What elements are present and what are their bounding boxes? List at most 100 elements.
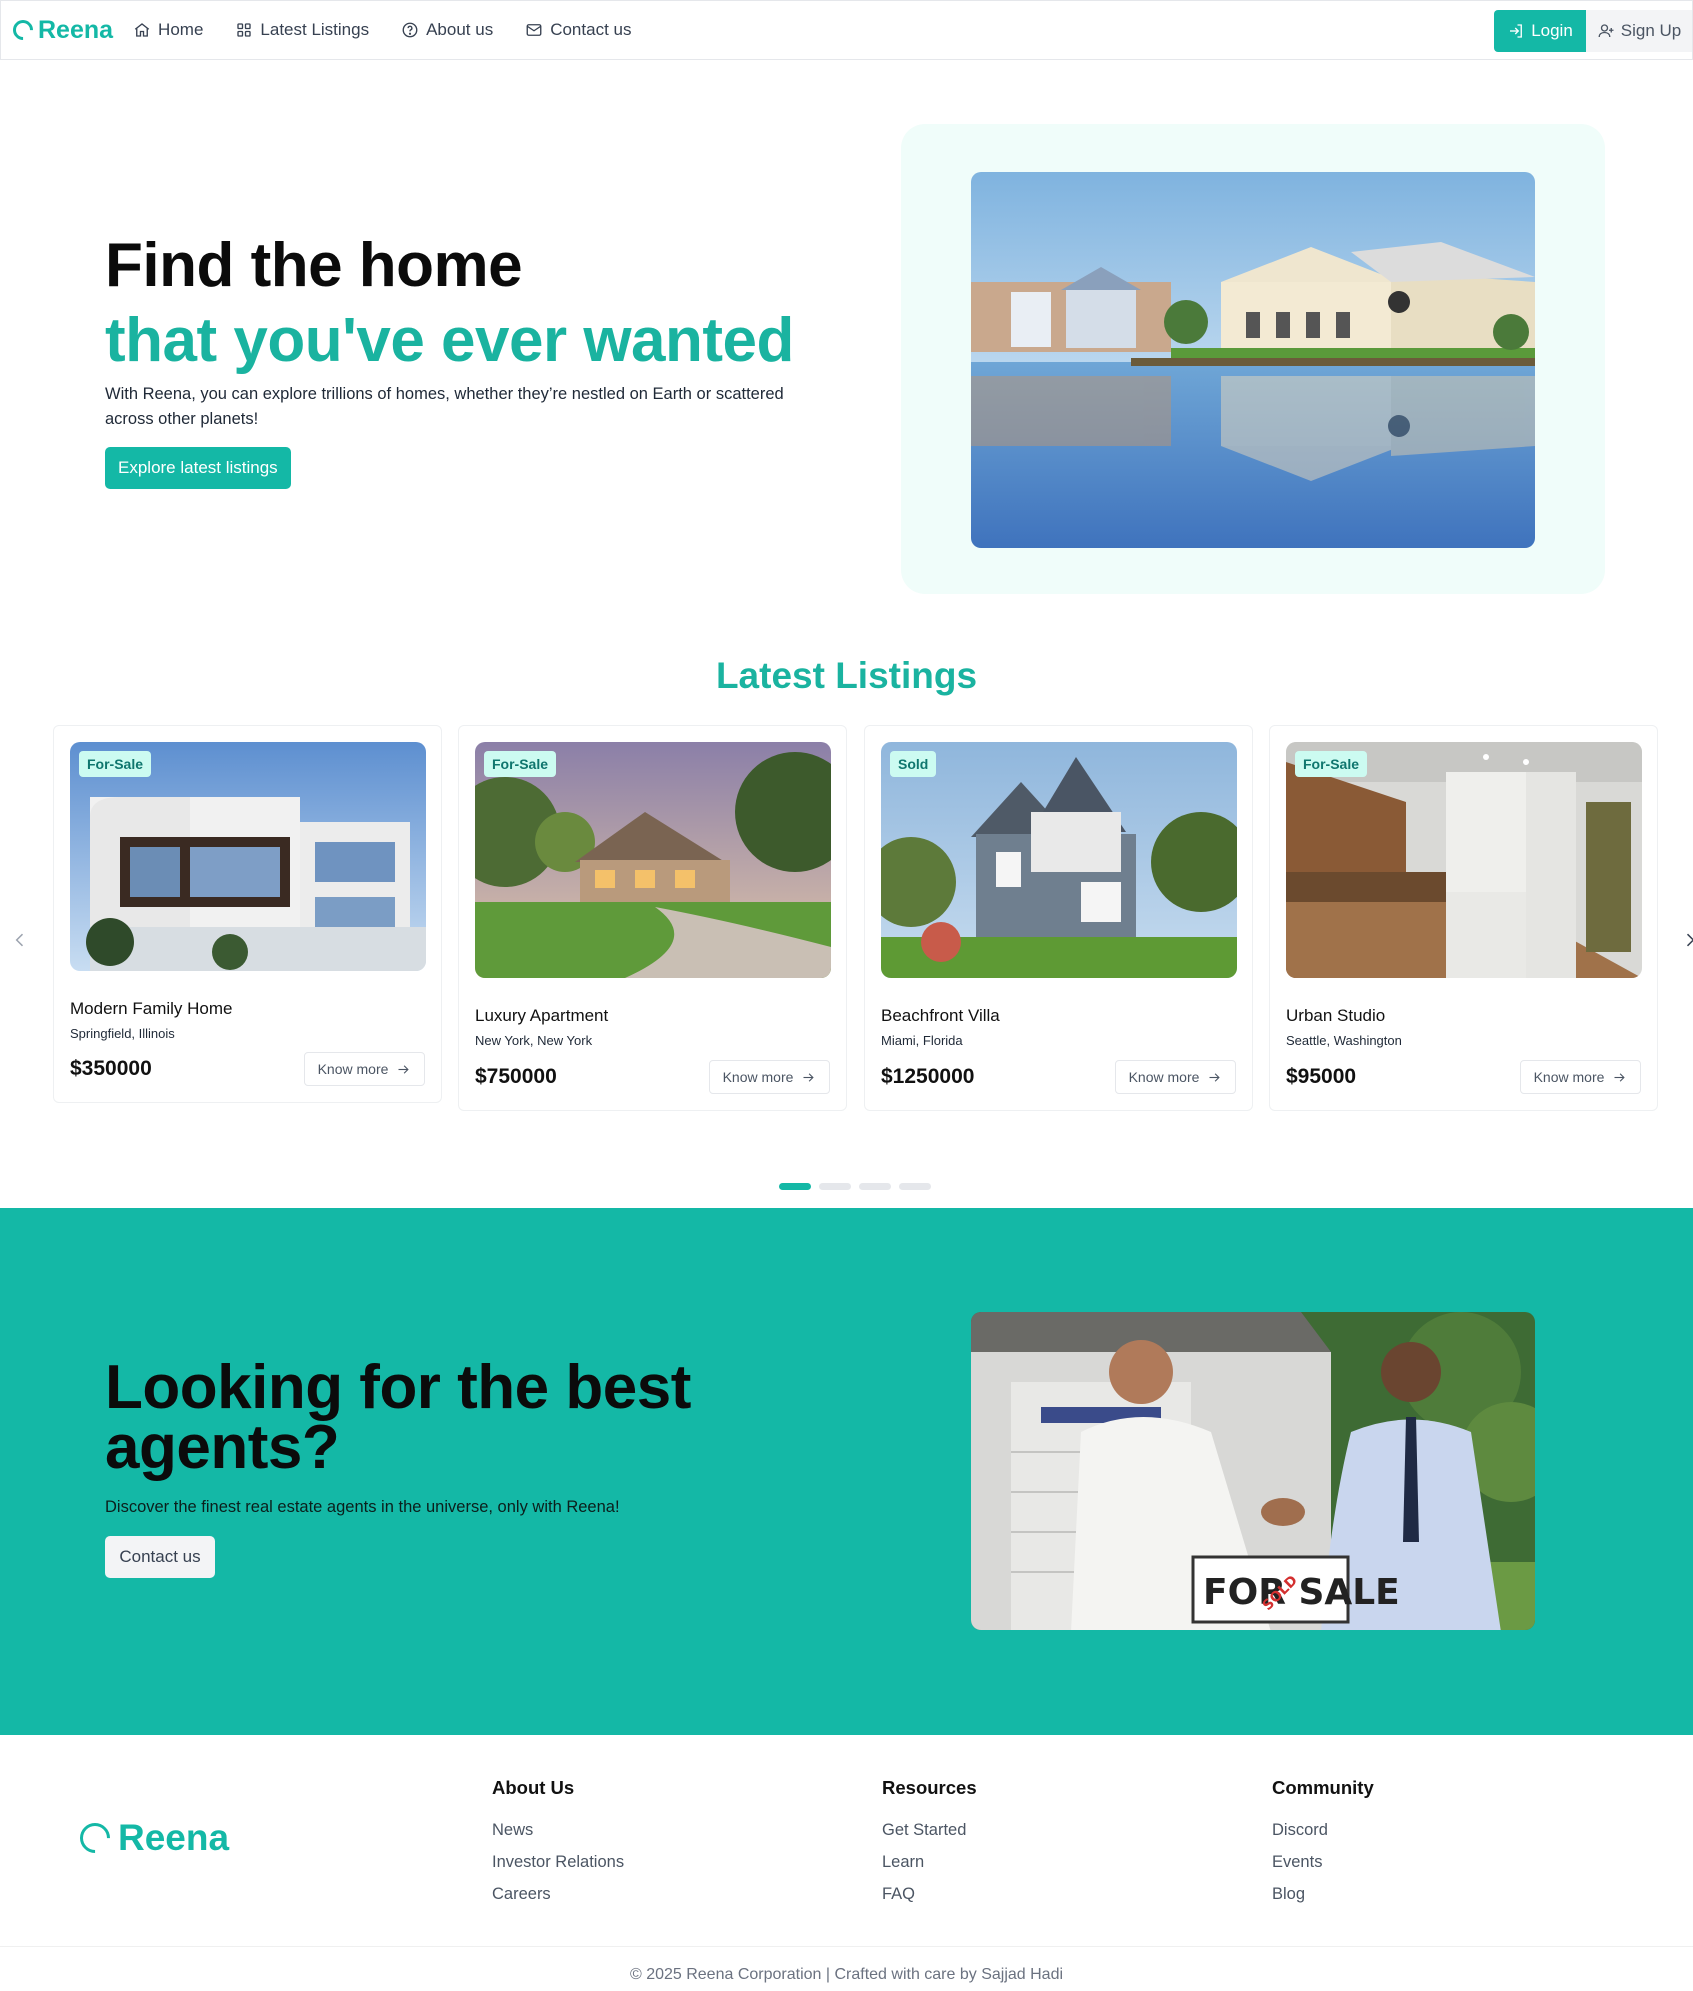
status-badge: For-Sale (484, 751, 557, 777)
listing-title: Modern Family Home (70, 999, 233, 1018)
login-label: Login (1531, 21, 1573, 40)
signup-label: Sign Up (1620, 21, 1682, 40)
listing-card[interactable]: For-Sale Modern Family Home Springfield,… (53, 725, 442, 1103)
know-more-button[interactable]: Know more (1520, 1060, 1641, 1094)
know-more-button[interactable]: Know more (304, 1052, 425, 1086)
contact-us-button[interactable]: Contact us (105, 1536, 215, 1578)
explore-listings-button[interactable]: Explore latest listings (105, 447, 291, 489)
footer-link-faq[interactable]: FAQ (882, 1885, 977, 1904)
grid-icon (237, 23, 252, 37)
footer-column-about-us: About Us News Investor Relations Careers (492, 1777, 624, 1917)
footer-link-discord[interactable]: Discord (1272, 1821, 1374, 1840)
footer-column-resources: Resources Get Started Learn FAQ (882, 1777, 977, 1917)
nav-link-label: About us (426, 20, 494, 39)
agents-description: Discover the finest real estate agents i… (105, 1498, 620, 1516)
hero-title-line1: Find the home (105, 231, 523, 300)
agents-title: Looking for the best agents? (105, 1353, 691, 1482)
hero-house-image (971, 172, 1535, 548)
listing-image: Sold (881, 742, 1237, 978)
nav-link-label: Contact us (550, 20, 632, 39)
footer-link-events[interactable]: Events (1272, 1853, 1374, 1872)
listing-location: Seattle, Washington (1286, 1033, 1402, 1048)
listing-location: Springfield, Illinois (70, 1026, 175, 1041)
navbar: Reena Home Latest Listings About us Cont… (0, 0, 1693, 60)
footer-link-learn[interactable]: Learn (882, 1853, 977, 1872)
carousel-next-button[interactable] (1680, 930, 1693, 950)
for-sale-sign-text: FOR SALE (1203, 1572, 1400, 1613)
carousel-prev-button[interactable] (10, 930, 30, 950)
listing-title: Urban Studio (1286, 1006, 1386, 1025)
listing-image: For-Sale (475, 742, 831, 978)
listing-card[interactable]: Sold Beachfront Villa Miami, Florida $12… (864, 725, 1253, 1111)
footer-column-title: Community (1272, 1777, 1374, 1798)
know-more-label: Know more (1128, 1069, 1200, 1085)
listing-title: Beachfront Villa (881, 1006, 1000, 1025)
arrow-right-icon (1209, 1072, 1221, 1082)
home-icon (134, 23, 150, 37)
listing-price: $95000 (1286, 1065, 1357, 1088)
auth-buttons: Login Sign Up (1494, 10, 1692, 52)
arrow-right-icon (398, 1064, 410, 1074)
login-icon (1510, 24, 1523, 38)
status-badge: For-Sale (79, 751, 152, 777)
listing-card[interactable]: For-Sale Urban Studio Seattle, Washingto… (1269, 725, 1658, 1111)
nav-link-label: Home (158, 20, 204, 39)
know-more-label: Know more (722, 1069, 794, 1085)
pagination-dot-4[interactable] (899, 1183, 931, 1190)
pagination-dot-1[interactable] (779, 1183, 811, 1190)
chevron-left-icon (15, 933, 24, 947)
footer-brand-logo[interactable]: Reena (73, 1816, 229, 1860)
brand-logo[interactable]: Reena (8, 15, 114, 45)
agents-handshake-image: FOR SALE SOLD (971, 1312, 1535, 1630)
footer-divider (0, 1946, 1693, 1947)
listing-location: Miami, Florida (881, 1033, 963, 1048)
latest-listings-title: Latest Listings (715, 655, 978, 696)
footer-link-blog[interactable]: Blog (1272, 1885, 1374, 1904)
hero-text: Find the home that you've ever wanted Wi… (105, 228, 825, 489)
nav-link-latest-listings[interactable]: Latest Listings (235, 20, 369, 40)
user-plus-icon (1598, 24, 1614, 38)
listing-card[interactable]: For-Sale Luxury Apartment New York, New … (458, 725, 847, 1111)
footer-link-investor-relations[interactable]: Investor Relations (492, 1853, 624, 1872)
listing-title: Luxury Apartment (475, 1006, 609, 1025)
footer-column-community: Community Discord Events Blog (1272, 1777, 1374, 1917)
carousel-pagination (779, 1183, 931, 1190)
listing-price: $350000 (70, 1057, 152, 1080)
hero-title-line2: that you've ever wanted (105, 306, 794, 375)
listing-image: For-Sale (70, 742, 426, 971)
help-circle-icon (402, 22, 418, 38)
agents-section: Looking for the best agents? Discover th… (0, 1208, 1693, 1735)
hero-description: With Reena, you can explore trillions of… (105, 385, 784, 428)
listing-price: $1250000 (881, 1065, 975, 1088)
footer-link-news[interactable]: News (492, 1821, 624, 1840)
know-more-button[interactable]: Know more (1115, 1060, 1236, 1094)
mail-icon (526, 24, 542, 36)
pagination-dot-2[interactable] (819, 1183, 851, 1190)
listing-location: New York, New York (475, 1033, 593, 1048)
listing-price: $750000 (475, 1065, 557, 1088)
pagination-dot-3[interactable] (859, 1183, 891, 1190)
know-more-label: Know more (317, 1061, 389, 1077)
nav-link-label: Latest Listings (260, 20, 370, 39)
copyright-text: © 2025 Reena Corporation | Crafted with … (629, 1966, 1064, 1983)
logo-ring-icon (73, 1816, 117, 1860)
arrow-right-icon (1614, 1072, 1626, 1082)
brand-name: Reena (38, 15, 114, 44)
nav-link-contact-us[interactable]: Contact us (525, 20, 631, 40)
footer-column-title: About Us (492, 1777, 575, 1798)
know-more-label: Know more (1533, 1069, 1605, 1085)
nav-link-about-us[interactable]: About us (401, 20, 493, 40)
logo-ring-icon (8, 15, 38, 45)
arrow-right-icon (803, 1072, 815, 1082)
status-badge: Sold (890, 751, 937, 777)
chevron-right-icon (1686, 933, 1693, 947)
nav-link-home[interactable]: Home (133, 20, 203, 40)
listing-image: For-Sale (1286, 742, 1642, 978)
login-button[interactable]: Login (1494, 10, 1586, 52)
footer-link-get-started[interactable]: Get Started (882, 1821, 977, 1840)
know-more-button[interactable]: Know more (709, 1060, 830, 1094)
signup-button[interactable]: Sign Up (1586, 10, 1692, 52)
footer-column-title: Resources (882, 1777, 977, 1798)
status-badge: For-Sale (1295, 751, 1368, 777)
footer-link-careers[interactable]: Careers (492, 1885, 624, 1904)
